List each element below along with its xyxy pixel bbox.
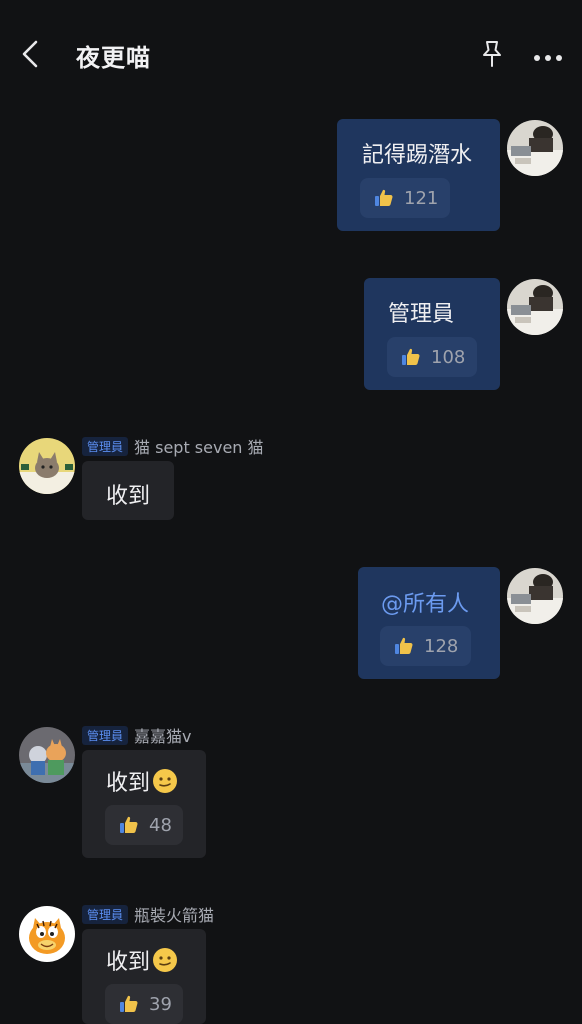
slightly-smiling-face-icon <box>152 768 178 800</box>
message-bubble[interactable]: 收到 48 <box>82 750 206 858</box>
more-dots-icon <box>533 47 563 66</box>
like-count: 39 <box>149 993 172 1015</box>
like-count: 128 <box>424 635 459 657</box>
mention-text[interactable]: @所有人 <box>381 586 469 618</box>
sender-avatar[interactable] <box>19 727 75 783</box>
pin-button[interactable] <box>476 38 508 74</box>
message-bubble[interactable]: 記得踢潛水 121 <box>337 119 500 231</box>
sender-name[interactable]: 瓶裝火箭猫 <box>134 902 214 926</box>
my-avatar[interactable] <box>507 120 563 176</box>
chevron-left-icon <box>19 39 41 73</box>
chat-header: 夜更喵 <box>0 0 582 112</box>
message-bubble[interactable]: 管理員 108 <box>364 278 500 390</box>
sender-avatar[interactable] <box>19 438 75 494</box>
chat-screen: 夜更喵 記得踢潛水 121 管理員 108 管理員 猫 sept seven 猫… <box>0 0 582 1024</box>
sender-name[interactable]: 嘉嘉猫v <box>134 723 191 747</box>
like-button[interactable]: 128 <box>380 626 471 666</box>
admin-badge: 管理員 <box>82 725 129 745</box>
thumbs-up-icon <box>119 994 139 1014</box>
like-button[interactable]: 48 <box>105 805 183 845</box>
admin-badge: 管理員 <box>82 904 129 924</box>
back-button[interactable] <box>12 36 48 76</box>
sender-info: 管理員 嘉嘉猫v <box>82 724 192 746</box>
message-text: 收到 <box>106 765 178 800</box>
sender-name[interactable]: 猫 sept seven 猫 <box>134 434 264 458</box>
pin-icon <box>481 40 503 72</box>
my-avatar[interactable] <box>507 568 563 624</box>
chat-title: 夜更喵 <box>76 44 151 72</box>
message-text: 收到 <box>106 484 151 509</box>
thumbs-up-icon <box>119 815 139 835</box>
like-count: 121 <box>404 187 439 209</box>
thumbs-up-icon <box>394 636 414 656</box>
sender-avatar[interactable] <box>19 906 75 962</box>
thumbs-up-icon <box>374 188 394 208</box>
message-bubble[interactable]: 收到 <box>82 461 174 520</box>
slightly-smiling-face-icon <box>152 947 178 979</box>
like-count: 48 <box>149 814 172 836</box>
admin-badge: 管理員 <box>82 436 129 456</box>
more-options-button[interactable] <box>528 38 568 74</box>
sender-info: 管理員 瓶裝火箭猫 <box>82 903 214 925</box>
message-text-content: 收到 <box>106 771 151 796</box>
like-button[interactable]: 121 <box>360 178 450 218</box>
like-button[interactable]: 39 <box>105 984 183 1024</box>
sender-info: 管理員 猫 sept seven 猫 <box>82 435 264 457</box>
message-bubble[interactable]: 收到 39 <box>82 929 206 1024</box>
message-bubble[interactable]: @所有人 128 <box>358 567 500 679</box>
message-text: 收到 <box>106 944 178 979</box>
message-text: 管理員 <box>388 302 455 327</box>
my-avatar[interactable] <box>507 279 563 335</box>
thumbs-up-icon <box>401 347 421 367</box>
like-count: 108 <box>431 346 466 368</box>
like-button[interactable]: 108 <box>387 337 477 377</box>
message-text-content: 收到 <box>106 950 151 975</box>
message-text: 記得踢潛水 <box>362 143 473 168</box>
